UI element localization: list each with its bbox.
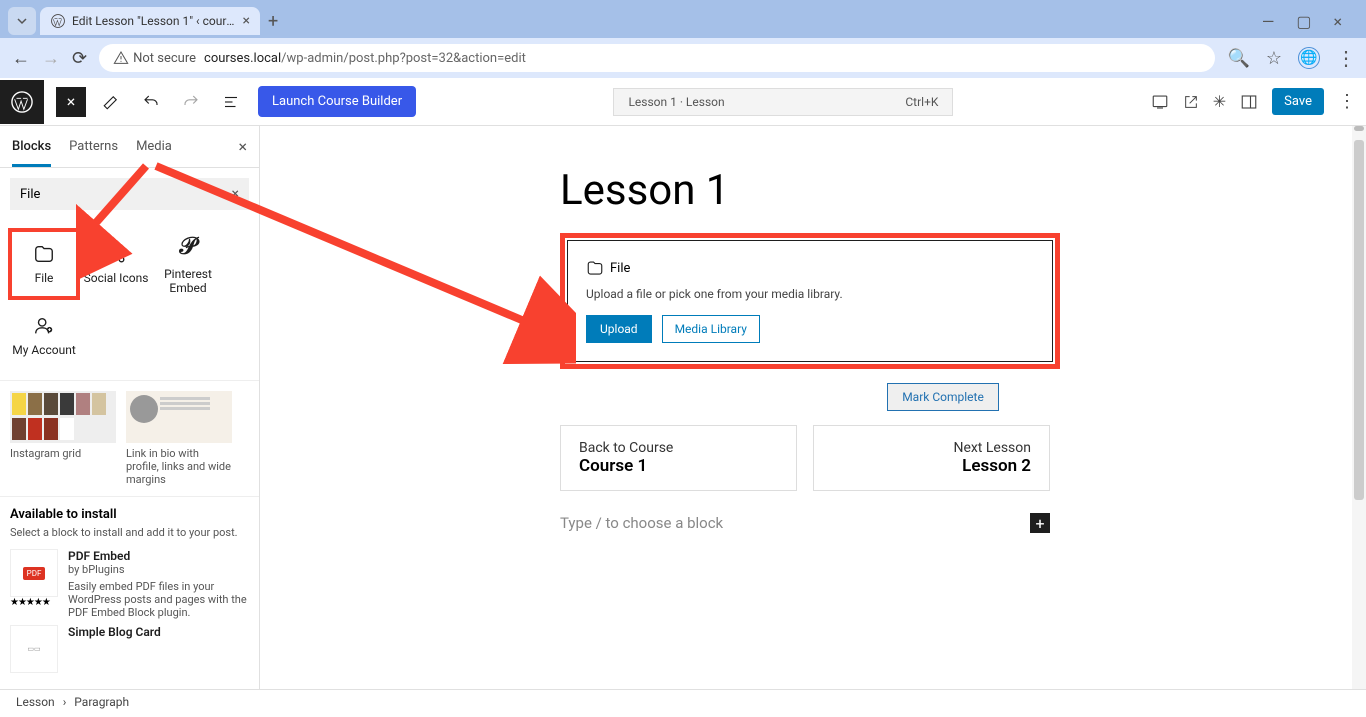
redo-button[interactable] xyxy=(176,87,206,117)
bookmark-icon[interactable]: ☆ xyxy=(1266,48,1282,69)
file-icon xyxy=(586,259,604,277)
tab-title: Edit Lesson "Lesson 1" ‹ courses xyxy=(72,14,237,28)
block-file[interactable]: File xyxy=(8,228,80,300)
account-icon xyxy=(33,315,55,337)
pinterest-icon: 𝒫 xyxy=(179,234,196,261)
install-subtitle: Select a block to install and add it to … xyxy=(10,526,249,539)
close-panel-icon[interactable]: × xyxy=(238,137,247,156)
pattern-instagram-grid[interactable]: Instagram grid xyxy=(10,391,116,486)
tab-patterns[interactable]: Patterns xyxy=(69,139,118,154)
block-search-input[interactable]: File × xyxy=(10,178,249,210)
file-icon xyxy=(33,243,55,265)
file-block[interactable]: File Upload a file or pick one from your… xyxy=(567,240,1053,362)
block-social-icons[interactable]: Social Icons xyxy=(80,228,152,300)
pattern-thumb xyxy=(126,391,232,443)
undo-button[interactable] xyxy=(136,87,166,117)
blog-card-icon: ▭▭ xyxy=(10,625,58,673)
address-bar[interactable]: Not secure courses.local/wp-admin/post.p… xyxy=(99,44,1215,72)
pattern-thumb xyxy=(10,391,116,443)
search-clear-icon[interactable]: × xyxy=(232,186,239,202)
add-block-button[interactable]: + xyxy=(1030,513,1050,533)
minimize-icon[interactable]: — xyxy=(1262,12,1275,31)
close-inserter-button[interactable]: × xyxy=(56,87,86,117)
url-path: /wp-admin/post.php?post=32&action=edit xyxy=(281,51,526,66)
wordpress-favicon xyxy=(50,13,66,29)
media-library-button[interactable]: Media Library xyxy=(662,315,760,343)
file-block-heading: File xyxy=(610,261,630,276)
mark-complete-button[interactable]: Mark Complete xyxy=(887,383,999,411)
block-placeholder[interactable]: Type / to choose a block xyxy=(560,514,723,532)
file-block-description: Upload a file or pick one from your medi… xyxy=(586,287,1034,301)
next-lesson-card[interactable]: Next Lesson Lesson 2 xyxy=(813,425,1050,491)
tab-close-icon[interactable]: × xyxy=(243,13,250,29)
back-button[interactable]: ← xyxy=(12,48,30,69)
reload-button[interactable]: ⟳ xyxy=(72,48,87,69)
file-block-highlight: File Upload a file or pick one from your… xyxy=(560,233,1060,369)
document-overview-button[interactable] xyxy=(216,87,246,117)
search-value: File xyxy=(20,187,232,202)
block-pinterest-embed[interactable]: 𝒫 Pinterest Embed xyxy=(152,228,224,300)
save-button[interactable]: Save xyxy=(1272,88,1324,115)
zoom-icon[interactable]: 🔍 xyxy=(1227,48,1249,69)
launch-course-builder-button[interactable]: Launch Course Builder xyxy=(258,86,416,117)
document-title-bar[interactable]: Lesson 1 · Lesson Ctrl+K xyxy=(613,88,953,116)
wordpress-logo[interactable] xyxy=(0,80,44,124)
sidebar-toggle-icon[interactable] xyxy=(1240,93,1258,111)
astra-icon[interactable]: ✳ xyxy=(1213,92,1226,111)
share-icon xyxy=(105,243,127,265)
maximize-icon[interactable]: ▢ xyxy=(1296,12,1311,31)
edit-tool-button[interactable] xyxy=(96,87,126,117)
not-secure-pill[interactable]: Not secure xyxy=(113,50,196,66)
options-menu-icon[interactable]: ⋮ xyxy=(1338,91,1356,112)
close-window-icon[interactable]: × xyxy=(1333,12,1342,31)
pdf-icon: PDF xyxy=(10,549,58,597)
new-tab-button[interactable]: + xyxy=(268,11,278,32)
install-title: Available to install xyxy=(10,507,249,522)
plugin-pdf-embed[interactable]: PDF ★★★★★ PDF Embed by bPlugins Easily e… xyxy=(10,549,249,619)
doc-title-text: Lesson 1 · Lesson xyxy=(628,95,724,109)
tab-blocks[interactable]: Blocks xyxy=(12,139,51,167)
shortcut-hint: Ctrl+K xyxy=(905,95,938,109)
page-title[interactable]: Lesson 1 xyxy=(560,166,1326,215)
tab-media[interactable]: Media xyxy=(136,139,172,154)
url-domain: courses.local xyxy=(204,51,281,66)
scrollbar[interactable] xyxy=(1352,126,1366,689)
external-link-icon[interactable] xyxy=(1183,94,1199,110)
rating-stars: ★★★★★ xyxy=(10,597,58,608)
block-my-account[interactable]: My Account xyxy=(8,300,80,372)
translate-icon[interactable]: 🌐 xyxy=(1298,47,1320,69)
back-to-course-card[interactable]: Back to Course Course 1 xyxy=(560,425,797,491)
chevron-right-icon: › xyxy=(63,695,67,709)
browser-menu-icon[interactable]: ⋮ xyxy=(1336,46,1354,70)
plugin-simple-blog-card[interactable]: ▭▭ Simple Blog Card xyxy=(10,625,249,673)
breadcrumb[interactable]: Lesson › Paragraph xyxy=(0,689,1366,713)
browser-tab[interactable]: Edit Lesson "Lesson 1" ‹ courses × xyxy=(40,7,260,35)
view-button[interactable] xyxy=(1151,93,1169,111)
pattern-link-in-bio[interactable]: Link in bio with profile, links and wide… xyxy=(126,391,232,486)
upload-button[interactable]: Upload xyxy=(586,315,652,343)
tab-dropdown[interactable] xyxy=(8,7,36,35)
forward-button: → xyxy=(42,48,60,69)
